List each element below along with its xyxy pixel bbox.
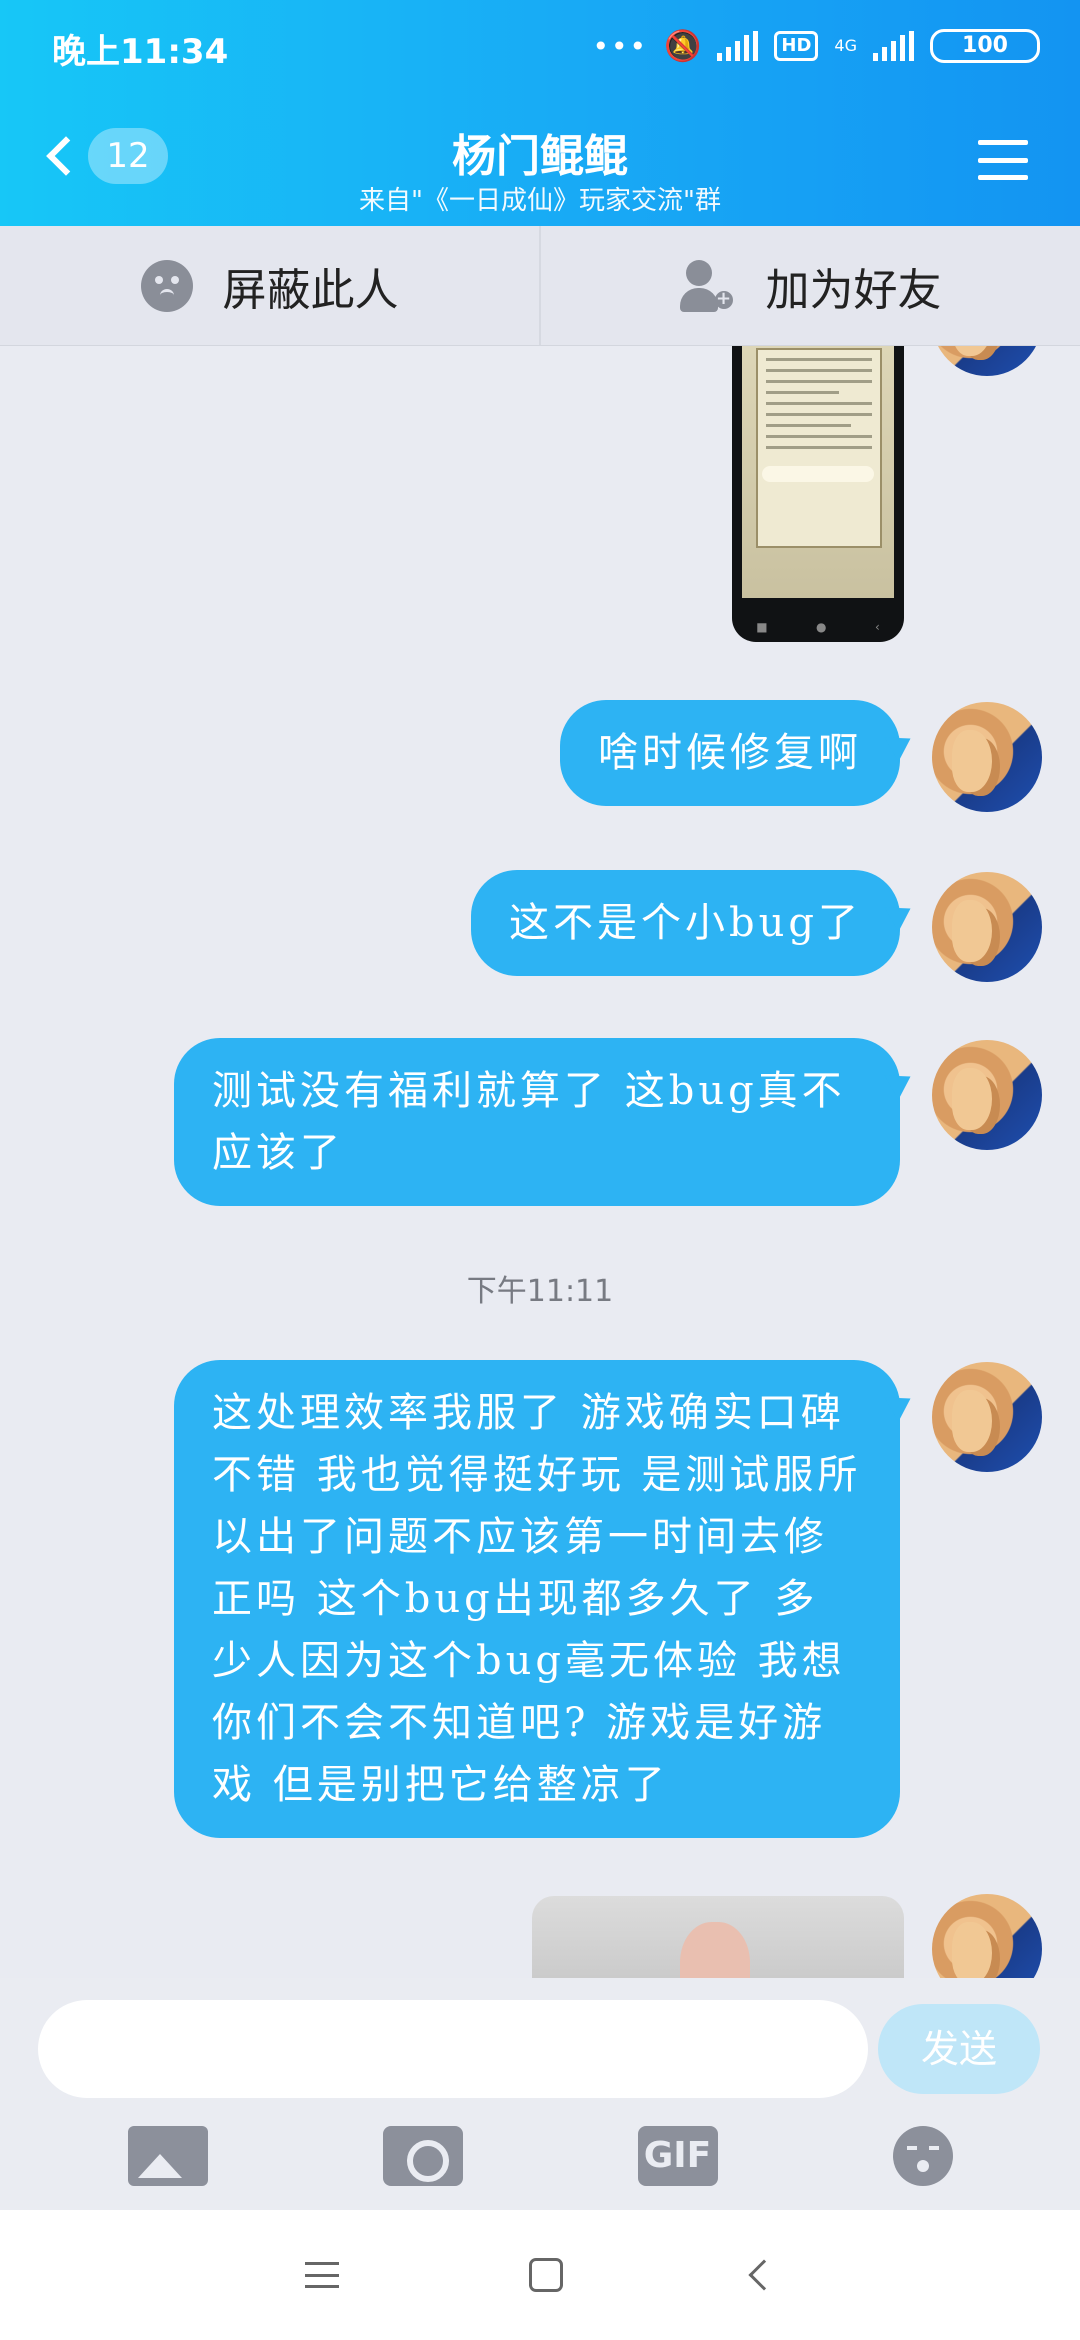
- add-person-icon: +: [679, 259, 736, 312]
- message-bubble[interactable]: 啥时候修复啊: [560, 700, 900, 806]
- image-message[interactable]: [532, 1896, 904, 1978]
- avatar[interactable]: [932, 872, 1042, 982]
- message-bubble[interactable]: 这处理效率我服了 游戏确实口碑不错 我也觉得挺好玩 是测试服所以出了问题不应该第…: [174, 1360, 900, 1838]
- avatar[interactable]: [932, 1040, 1042, 1150]
- avatar[interactable]: [932, 1362, 1042, 1472]
- back-icon[interactable]: [748, 2259, 780, 2291]
- image-picker-icon[interactable]: [127, 2126, 208, 2186]
- hd-icon: HD: [774, 31, 819, 61]
- status-icons: ••• 🔕 HD 4G 100: [592, 26, 1040, 66]
- avatar[interactable]: [932, 346, 1042, 376]
- message-timestamp: 下午11:11: [466, 1274, 614, 1309]
- add-friend-button[interactable]: + 加为好友: [539, 226, 1080, 345]
- action-bar: 屏蔽此人 + 加为好友: [0, 226, 1080, 346]
- home-icon[interactable]: [529, 2258, 563, 2292]
- send-button[interactable]: 发送: [878, 2004, 1040, 2094]
- status-time: 晚上11:34: [52, 32, 229, 72]
- message-list[interactable]: ■ ● ‹ 啥时候修复啊 这不是个小bug了 测试没有福利就算了 这bug真不应该了…: [0, 346, 1080, 1978]
- avatar[interactable]: [932, 1894, 1042, 1978]
- more-dots-icon: •••: [592, 29, 649, 63]
- battery-icon: 100: [930, 29, 1040, 63]
- block-user-button[interactable]: 屏蔽此人: [0, 226, 539, 345]
- top-bar: 晚上11:34 ••• 🔕 HD 4G 100 12 杨门鲲鲲 来自"《一日成仙…: [0, 0, 1080, 226]
- message-bubble[interactable]: 测试没有福利就算了 这bug真不应该了: [174, 1038, 900, 1206]
- avatar[interactable]: [932, 702, 1042, 812]
- chat-header: 12 杨门鲲鲲 来自"《一日成仙》玩家交流"群: [0, 92, 1080, 226]
- message-bubble[interactable]: 这不是个小bug了: [471, 870, 900, 976]
- input-bar: 发送 GIF: [0, 1978, 1080, 2210]
- recent-apps-icon[interactable]: [305, 2262, 339, 2288]
- chat-title: 杨门鲲鲲: [452, 131, 628, 182]
- mute-bell-icon: 🔕: [664, 28, 702, 64]
- menu-icon[interactable]: [978, 140, 1028, 180]
- chat-subtitle: 来自"《一日成仙》玩家交流"群: [359, 186, 721, 216]
- signal-icon: [717, 31, 759, 61]
- system-nav-bar: [0, 2210, 1080, 2340]
- message-input[interactable]: [38, 2000, 868, 2098]
- status-bar: 晚上11:34 ••• 🔕 HD 4G 100: [0, 0, 1080, 92]
- gif-icon[interactable]: GIF: [637, 2126, 718, 2186]
- block-face-icon: [140, 259, 193, 312]
- network-type-icon: 4G: [834, 36, 857, 55]
- block-user-label: 屏蔽此人: [222, 264, 399, 316]
- emoji-icon[interactable]: [892, 2126, 953, 2186]
- signal-4g-icon: [873, 31, 914, 61]
- input-toolbar: GIF: [0, 2108, 1080, 2204]
- image-message[interactable]: ■ ● ‹: [732, 346, 904, 642]
- camera-icon[interactable]: [382, 2126, 463, 2186]
- add-friend-label: 加为好友: [765, 264, 942, 316]
